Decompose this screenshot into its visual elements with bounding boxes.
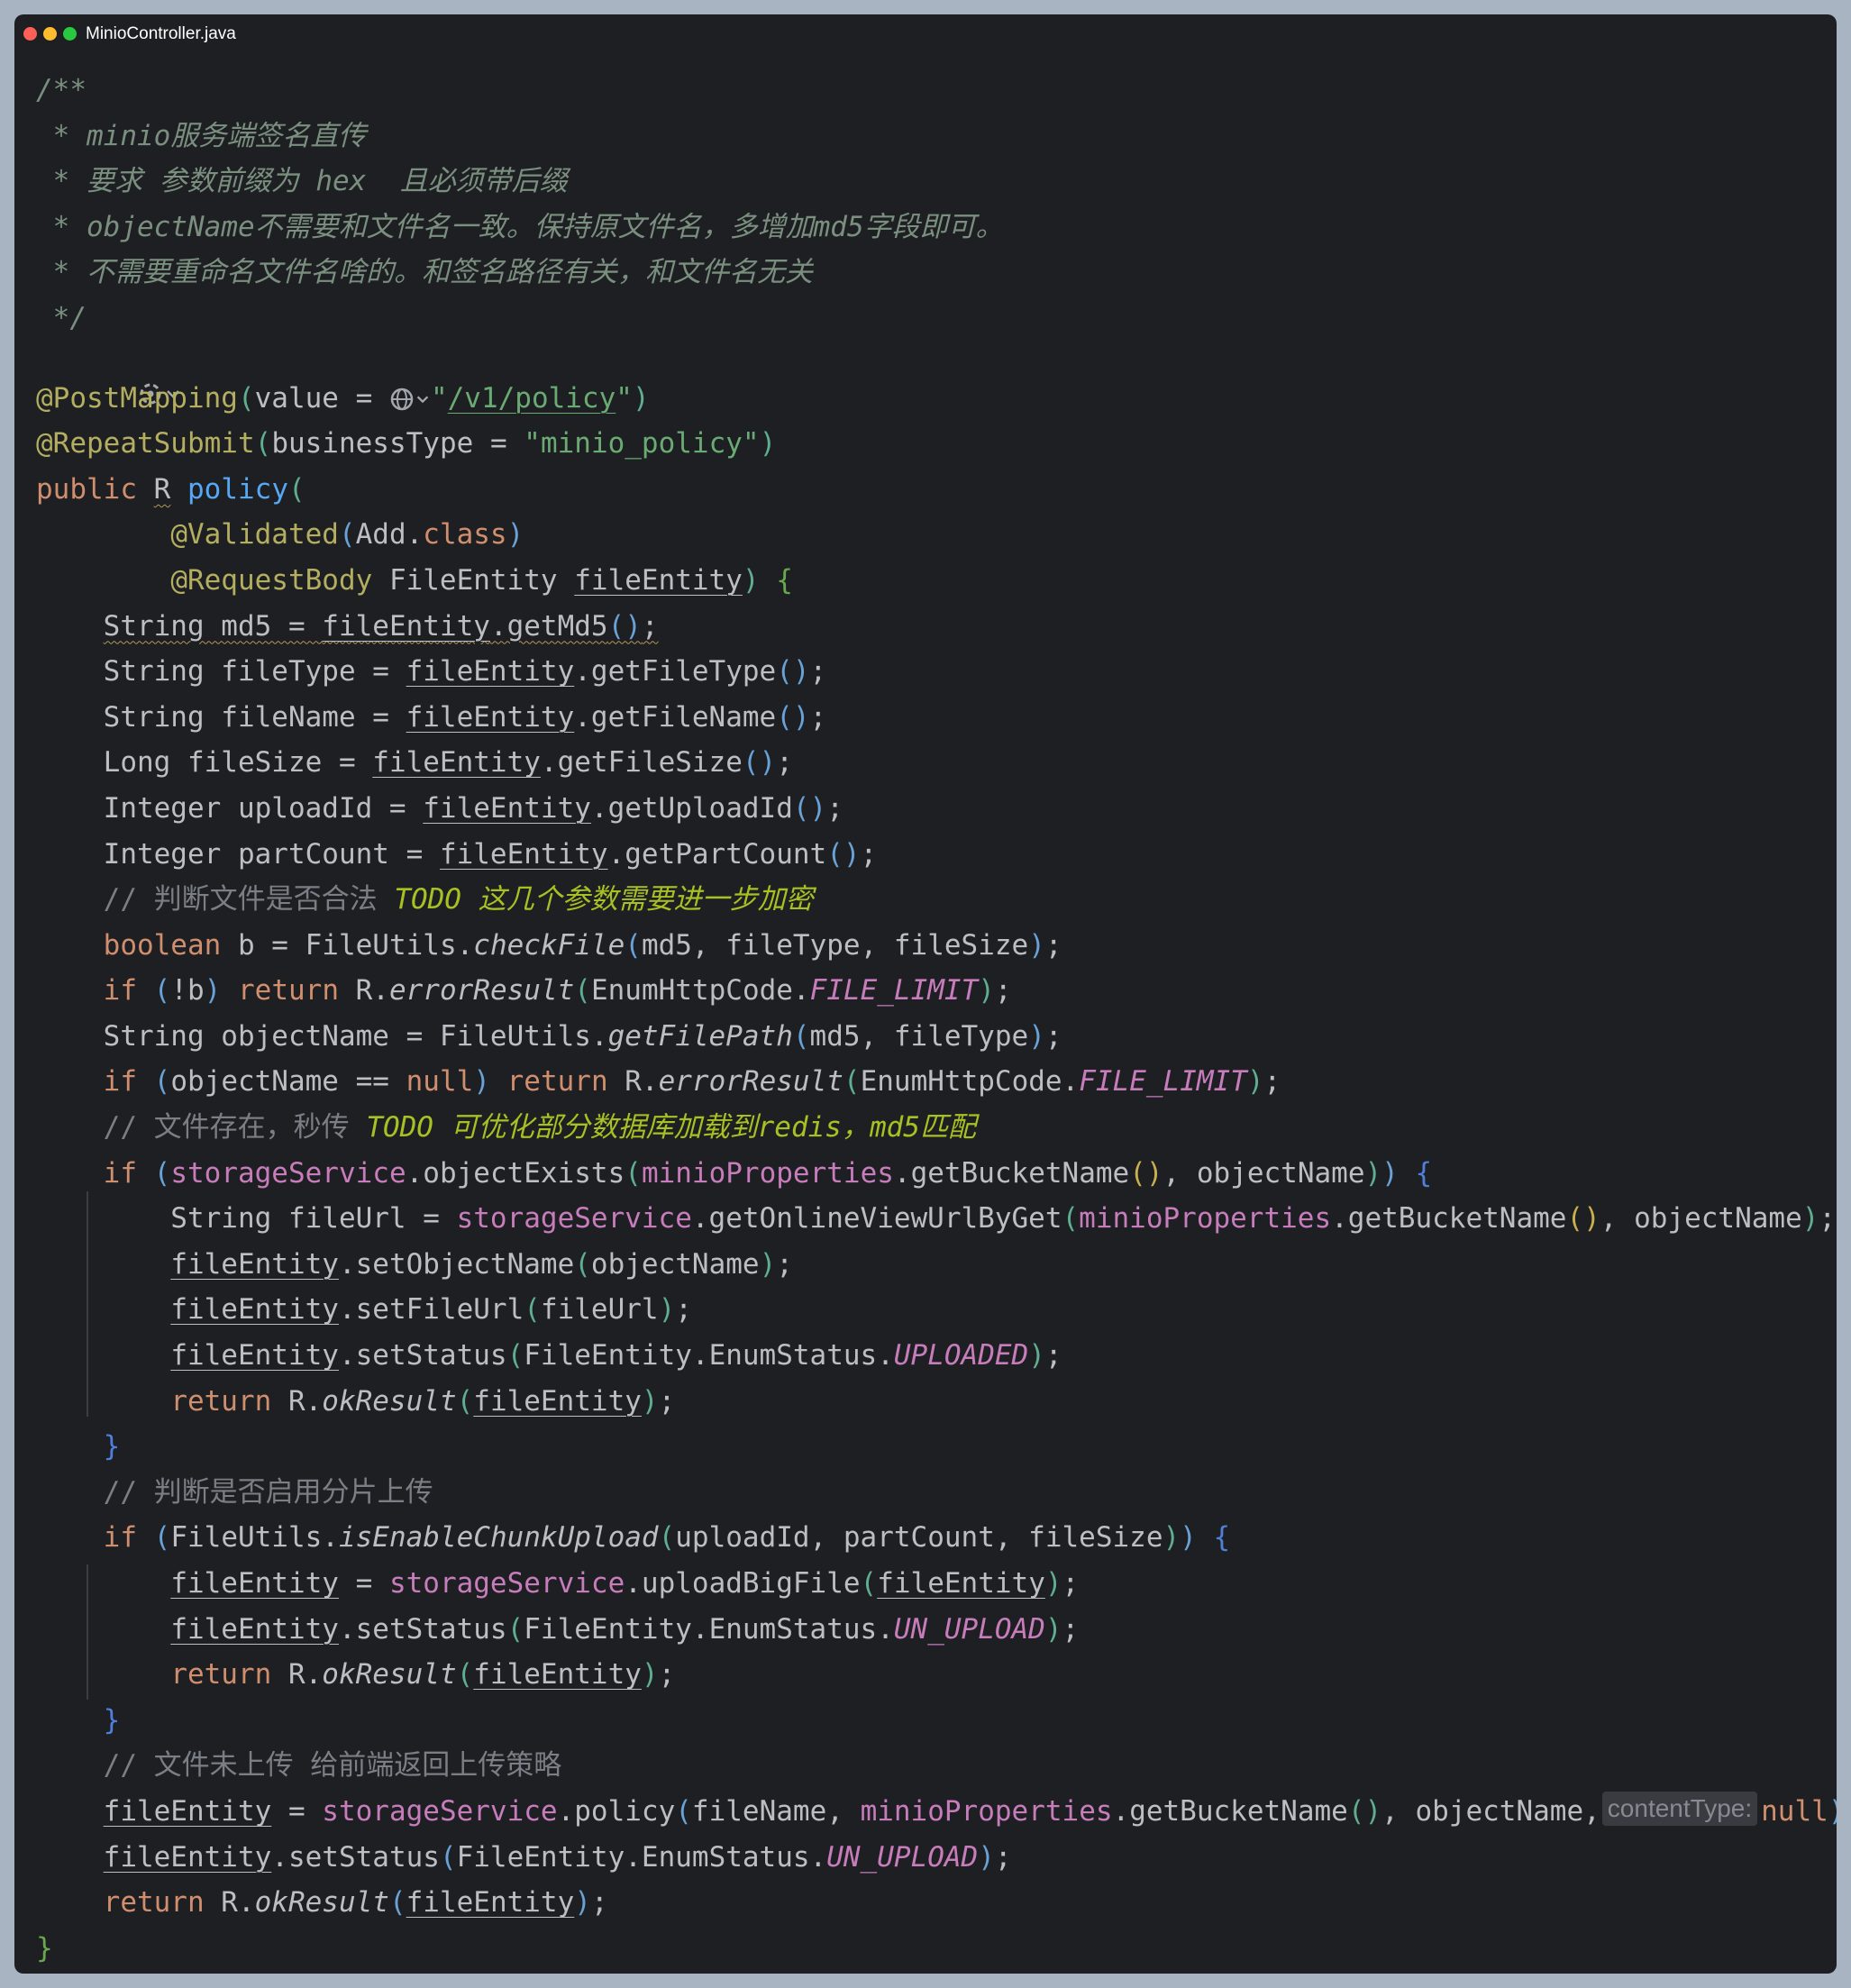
code-line: // 文件未上传 给前端返回上传策略 bbox=[103, 1749, 562, 1783]
code-line: */ bbox=[36, 301, 87, 334]
code-editor[interactable]: /** * minio服务端签名直传 * 要求 参数前缀为 hex 且必须带后缀… bbox=[36, 68, 1837, 1971]
code-line: return R.okResult(fileEntity); bbox=[170, 1384, 676, 1418]
code-line: return R.okResult(fileEntity); bbox=[170, 1658, 676, 1692]
code-line: } bbox=[103, 1703, 121, 1737]
code-line: @RequestBody FileEntity fileEntity) { bbox=[170, 563, 793, 597]
code-line: if (objectName == null) return R.errorRe… bbox=[103, 1065, 1281, 1099]
code-line: boolean b = FileUtils.checkFile(md5, fil… bbox=[103, 928, 1062, 962]
code-line: Integer uploadId = fileEntity.getUploadI… bbox=[36, 791, 843, 825]
code-line: } bbox=[103, 1430, 121, 1464]
code-line: * objectName不需要和文件名一致。保持原文件名，多增加md5字段即可。 bbox=[36, 210, 1004, 243]
code-line: return R.okResult(fileEntity); bbox=[103, 1886, 608, 1920]
chevron-down-icon bbox=[416, 396, 429, 404]
code-line: * minio服务端签名直传 bbox=[36, 119, 367, 152]
code-line: public R policy( bbox=[36, 472, 305, 506]
code-line: String objectName = FileUtils.getFilePat… bbox=[36, 1019, 1062, 1053]
code-line: fileEntity.setStatus(FileEntity.EnumStat… bbox=[170, 1612, 1080, 1646]
editor-window: MinioController.java /** * minio服务端签名直传 … bbox=[14, 14, 1837, 1974]
code-line: String md5 = fileEntity.getMd5(); bbox=[103, 609, 659, 643]
post-mapping-path[interactable]: /v1/policy bbox=[448, 382, 616, 415]
code-line: Long fileSize = fileEntity.getFileSize()… bbox=[36, 746, 793, 780]
url-gutter[interactable] bbox=[389, 387, 431, 412]
globe-icon bbox=[390, 388, 414, 411]
window-title: MinioController.java bbox=[86, 24, 236, 43]
code-line: Integer partCount = fileEntity.getPartCo… bbox=[36, 837, 878, 871]
code-line: String fileName = fileEntity.getFileName… bbox=[36, 700, 827, 734]
code-line: // 判断文件是否合法 TODO 这几个参数需要进一步加密 bbox=[103, 883, 814, 916]
code-line: String fileType = fileEntity.getFileType… bbox=[36, 655, 827, 689]
code-line: /** bbox=[36, 74, 87, 106]
code-line: fileEntity.setObjectName(objectName); bbox=[170, 1247, 793, 1281]
code-line: @RepeatSubmit(businessType = "minio_poli… bbox=[36, 427, 777, 461]
code-line: fileEntity.setStatus(FileEntity.EnumStat… bbox=[170, 1339, 1062, 1372]
code-line: @PostMapping(value = "/v1/policy") bbox=[36, 381, 650, 415]
close-button[interactable] bbox=[23, 27, 37, 41]
minimize-button[interactable] bbox=[43, 27, 57, 41]
code-line: @Validated(Add.class) bbox=[170, 518, 524, 552]
code-line: if (storageService.objectExists(minioPro… bbox=[103, 1156, 1433, 1190]
business-type-value: minio_policy bbox=[540, 427, 743, 461]
code-line: fileEntity.setFileUrl(fileUrl); bbox=[170, 1293, 692, 1327]
code-line: if (!b) return R.errorResult(EnumHttpCod… bbox=[103, 974, 1012, 1008]
code-line: // 文件存在，秒传 TODO 可优化部分数据库加载到redis，md5匹配 bbox=[103, 1111, 976, 1144]
title-bar: MinioController.java bbox=[14, 14, 1837, 54]
code-line: fileEntity.setStatus(FileEntity.EnumStat… bbox=[103, 1840, 1012, 1874]
code-line: if (FileUtils.isEnableChunkUpload(upload… bbox=[103, 1521, 1231, 1555]
parameter-hint: contentType: bbox=[1601, 1791, 1758, 1826]
code-line: * 要求 参数前缀为 hex 且必须带后缀 bbox=[36, 165, 568, 198]
code-line: } bbox=[36, 1931, 53, 1965]
gutter-line bbox=[36, 342, 1837, 405]
code-line: fileEntity = storageService.uploadBigFil… bbox=[170, 1567, 1080, 1600]
code-line: * 不需要重命名文件名啥的。和签名路径有关，和文件名无关 bbox=[36, 256, 813, 289]
code-line: // 判断是否启用分片上传 bbox=[103, 1475, 433, 1509]
code-line: fileEntity = storageService.policy(fileN… bbox=[36, 1789, 1837, 1835]
code-line: String fileUrl = storageService.getOnlin… bbox=[36, 1202, 1837, 1236]
maximize-button[interactable] bbox=[63, 27, 77, 41]
